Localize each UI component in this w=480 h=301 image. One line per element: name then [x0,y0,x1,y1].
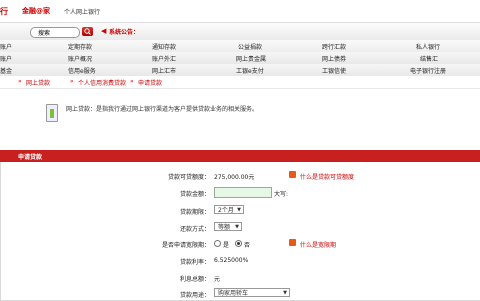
section-title: 申请贷款 [18,154,43,161]
grace-yes-radio[interactable] [214,240,221,247]
nav-item[interactable]: 私人银行 [416,42,440,51]
nav-item[interactable]: 网上债券 [322,54,346,63]
info-text: 网上贷款：是指我行通过网上银行渠道为客户提供贷款业务的相关服务。 [66,106,259,113]
purpose-value: 购家用轿车 [218,290,249,297]
header: 行 金融@家 个人网上银行 [0,0,480,22]
available-value: 275,000.00元 [214,174,255,181]
nav-item[interactable]: 信用e服务 [68,66,96,75]
purpose-label: 贷款用途： [179,292,210,299]
nav-item[interactable]: 定期存款 [68,42,92,51]
nav-item[interactable]: 账户外汇 [152,54,176,63]
nav-item[interactable]: 基金 [0,66,12,75]
chevron-down-icon: ▼ [283,290,287,296]
grace-no-label: 否 [244,242,251,249]
rate-label: 贷款利率： [179,259,210,266]
nav-item[interactable]: 工银e支付 [236,66,264,75]
document-icon [46,104,58,122]
breadcrumb-item[interactable]: 个人信用消费贷款 [78,78,126,87]
nav-item[interactable]: 结售汇 [420,54,438,63]
repay-select[interactable]: 等额 ▼ [214,222,242,231]
tip-icon [289,239,296,246]
system-notice[interactable]: 系统公告： [109,27,139,36]
nav-item[interactable]: 跨行汇款 [322,42,346,51]
chevron-right-icon: » [130,78,134,85]
rate-value: 6.525000% [214,257,249,264]
chevron-down-icon: ▼ [237,207,241,213]
breadcrumb-item: 申请贷款 [138,80,163,87]
loan-form [0,162,480,301]
chevron-down-icon: ▼ [235,224,239,230]
purpose-select[interactable]: 购家用轿车 ▼ [214,288,290,297]
nav-item[interactable]: 账户 [0,54,12,63]
search-icon [84,28,91,35]
chevron-right-icon: » [70,78,74,85]
nav-item[interactable]: 工银信使 [322,66,346,75]
search-label: 搜索 [38,30,51,37]
nav-item[interactable]: 公益捐款 [238,42,262,51]
chevron-right-icon: » [18,78,22,85]
grace-help-link[interactable]: 什么是宽限期 [300,240,336,249]
tip-icon [289,171,296,178]
nav-item[interactable]: 网上贵金属 [236,54,266,63]
search-button[interactable] [82,27,93,36]
nav-item[interactable]: 电子银行注册 [410,66,446,75]
nav-item[interactable]: 网上汇市 [152,66,176,75]
amount-uppercase-label: 大写: [274,191,289,198]
breadcrumb-item[interactable]: 网上贷款 [26,78,50,87]
site-subtitle: 个人网上银行 [64,9,101,16]
grace-no-radio[interactable] [235,240,242,247]
repay-value: 等额 [218,224,231,231]
repay-label: 还款方式： [179,226,210,233]
available-help-link[interactable]: 什么是贷款可贷额度 [300,172,354,181]
interest-value: 元 [214,276,221,283]
available-label: 贷款可贷额度： [167,174,210,181]
amount-input[interactable] [214,187,272,198]
term-label: 贷款期限： [179,209,210,216]
section-header [0,150,480,162]
grace-label: 是否申请宽限期： [161,242,210,249]
term-select[interactable]: 2个月 ▼ [214,205,244,214]
grace-yes-label: 是 [223,242,230,249]
speaker-icon: ◀ [101,27,107,35]
brand-logo: 金融@家 [22,7,50,15]
amount-label: 贷款金额： [179,191,210,198]
term-value: 2个月 [218,207,234,214]
nav-item[interactable]: 账户 [0,42,12,51]
nav-item[interactable]: 账户概况 [68,54,92,63]
interest-label: 利息总额： [179,276,210,283]
nav-item[interactable]: 通知存款 [152,42,176,51]
bank-logo: 行 [0,7,8,16]
